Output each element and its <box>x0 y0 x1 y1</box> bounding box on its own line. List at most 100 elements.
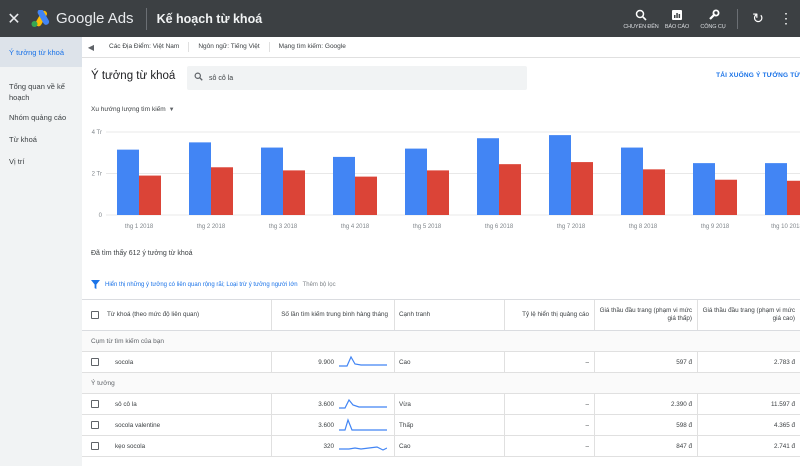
volume-value: 3.600 <box>318 400 334 408</box>
table-header: Từ khoá (theo mức độ liên quan) Số lần t… <box>82 299 800 331</box>
row-check-cell <box>82 436 107 456</box>
section-title: Ý tưởng từ khoá <box>91 70 176 82</box>
active-filter-link[interactable]: Hiển thị những ý tưởng có liên quan rộng… <box>105 282 298 288</box>
x-tick-label: thg 6 2018 <box>485 224 514 230</box>
sidebar-item-ad-groups[interactable]: Nhóm quảng cáo <box>0 112 82 123</box>
chart-bar <box>621 147 643 215</box>
chart-bar <box>643 169 665 215</box>
goto-label: CHUYỂN ĐẾN <box>623 24 659 30</box>
network-filter[interactable]: Mạng tìm kiếm: Google <box>270 42 355 52</box>
bid-low-cell: 847 đ <box>595 436 698 456</box>
x-tick-label: thg 5 2018 <box>413 224 442 230</box>
chart-bar <box>499 164 521 215</box>
select-all-checkbox[interactable] <box>90 311 99 319</box>
chart-bar <box>477 138 499 215</box>
chart-bar <box>211 167 233 215</box>
sidebar-item-plan-overview[interactable]: Tổng quan về kế hoạch <box>0 81 82 103</box>
trend-sparkline <box>339 355 387 367</box>
chart-bar <box>427 170 449 215</box>
refresh-icon[interactable]: ↻ <box>744 10 772 27</box>
x-tick-label: thg 10 2018 <box>771 224 800 230</box>
bid-high-cell: 2.741 đ <box>773 442 795 450</box>
chart-bar <box>355 176 377 215</box>
top-tools: CHUYỂN ĐẾN BÁO CÁO CÔNG CỤ ↻ ⋮ <box>623 0 800 37</box>
impression-cell: – <box>505 394 595 414</box>
chart-bar <box>189 142 211 215</box>
location-filter[interactable]: Các Địa Điểm: Việt Nam <box>100 42 190 52</box>
y-tick-label: 2 Tr <box>92 172 102 178</box>
trend-sparkline <box>339 398 387 409</box>
x-tick-label: thg 8 2018 <box>629 224 658 230</box>
competition-cell: Thấp <box>395 415 505 435</box>
row-check-cell <box>82 352 107 372</box>
google-ads-logo <box>30 8 52 28</box>
group-provided-keywords: Cụm từ tìm kiếm của bạn <box>82 331 800 352</box>
main-panel: Ý tưởng từ khoá sô cô la TẢI XUỐNG Ý TƯỞ… <box>82 58 800 466</box>
keyword-cell: kẹo socola <box>107 436 272 456</box>
keyword-search-input[interactable]: sô cô la <box>187 66 527 90</box>
bid-low-cell: 597 đ <box>595 352 698 372</box>
volume-cell: 3.600 <box>272 415 395 435</box>
header-impression-share[interactable]: Tỷ lệ hiển thị quảng cáo <box>505 300 595 330</box>
keyword-table: Từ khoá (theo mức độ liên quan) Số lần t… <box>82 299 800 457</box>
add-filter-button[interactable]: Thêm bộ lọc <box>303 282 336 288</box>
row-checkbox[interactable] <box>90 442 99 450</box>
group-ideas: Ý tưởng <box>82 373 800 394</box>
results-count: Đã tìm thấy 612 ý tưởng từ khoá <box>91 250 193 257</box>
close-icon[interactable]: ✕ <box>0 9 28 29</box>
keyword-cell: socola valentine <box>107 415 272 435</box>
x-tick-label: thg 3 2018 <box>269 224 298 230</box>
table-row[interactable]: socola valentine 3.600 Thấp – 598 đ 4.36… <box>82 415 800 436</box>
chart-bar <box>283 170 305 215</box>
sidebar-item-keyword-ideas[interactable]: Ý tưởng từ khoá <box>0 37 82 67</box>
chart-metric-dropdown[interactable]: Xu hướng lượng tìm kiếm ▼ <box>91 106 175 113</box>
header-divider <box>145 7 147 30</box>
reports-icon <box>671 7 683 23</box>
table-row[interactable]: kẹo socola 320 Cao – 847 đ 2.741 đ <box>82 436 800 457</box>
competition-cell: Vừa <box>395 394 505 414</box>
tools-button[interactable]: CÔNG CỤ <box>695 7 731 30</box>
chart-bar <box>333 156 355 215</box>
header-bid-low[interactable]: Giá thầu đầu trang (phạm vi mức giá thấp… <box>595 300 698 330</box>
sidebar-item-locations[interactable]: Vị trí <box>0 156 82 167</box>
download-ideas-button[interactable]: TẢI XUỐNG Ý TƯỞNG TỪ <box>716 72 800 79</box>
tools-label: CÔNG CỤ <box>700 24 726 30</box>
volume-cell: 320 <box>272 436 395 456</box>
chart-bar <box>693 163 715 215</box>
header-bid-high[interactable]: Giá thầu đầu trang (phạm vi mức giá cao) <box>698 300 800 330</box>
row-checkbox[interactable] <box>90 400 99 408</box>
chart-metric-label: Xu hướng lượng tìm kiếm <box>91 106 166 113</box>
bid-low-cell: 2.390 đ <box>595 394 698 414</box>
wrench-icon <box>707 7 720 23</box>
table-row[interactable]: socola 9.900 Cao – 597 đ 2.783 đ <box>82 352 800 373</box>
impression-cell: – <box>505 352 595 372</box>
header-volume[interactable]: Số lần tìm kiếm trung bình hàng tháng <box>272 300 395 330</box>
volume-cell: 9.900 <box>272 352 395 372</box>
volume-cell: 3.600 <box>272 394 395 414</box>
reports-button[interactable]: BÁO CÁO <box>659 7 695 30</box>
sidebar-item-keywords[interactable]: Từ khoá <box>0 134 82 145</box>
impression-cell: – <box>505 415 595 435</box>
volume-value: 9.900 <box>318 358 334 366</box>
keyword-cell: socola <box>107 352 272 372</box>
table-row[interactable]: sô cô la 3.600 Vừa – 2.390 đ 11.597 đ <box>82 394 800 415</box>
competition-cell: Cao <box>395 436 505 456</box>
chart-bar <box>549 135 571 215</box>
page-title: Kế hoạch từ khoá <box>156 11 263 26</box>
header-keyword[interactable]: Từ khoá (theo mức độ liên quan) <box>107 300 272 330</box>
x-tick-label: thg 2 2018 <box>197 224 226 230</box>
more-options-icon[interactable]: ⋮ <box>772 10 800 27</box>
header-competition[interactable]: Cạnh tranh <box>395 300 505 330</box>
chart-bar <box>405 148 427 215</box>
competition-cell: Cao <box>395 352 505 372</box>
goto-button[interactable]: CHUYỂN ĐẾN <box>623 7 659 30</box>
bid-low-cell: 598 đ <box>595 415 698 435</box>
filter-icon[interactable] <box>91 279 105 291</box>
bid-high-cell: 2.783 đ <box>773 358 795 366</box>
row-checkbox[interactable] <box>90 421 99 429</box>
language-filter[interactable]: Ngôn ngữ: Tiếng Việt <box>189 42 270 52</box>
chart-bar <box>139 175 161 215</box>
volume-value: 3.600 <box>318 421 334 429</box>
row-checkbox[interactable] <box>90 358 99 366</box>
collapse-arrow-icon[interactable]: ◀ <box>82 43 100 52</box>
